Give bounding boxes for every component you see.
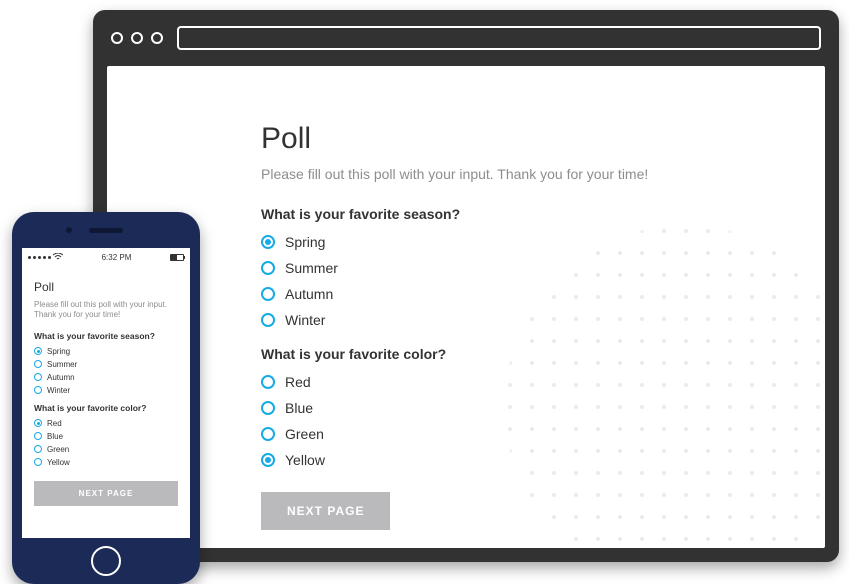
option-label: Autumn bbox=[47, 373, 75, 382]
window-control-dot-icon[interactable] bbox=[131, 32, 143, 44]
phone-screen: 6:32 PM Poll Please fill out this poll w… bbox=[22, 248, 190, 538]
phone-top bbox=[12, 212, 200, 248]
radio-option[interactable]: Spring bbox=[34, 347, 178, 356]
radio-icon bbox=[261, 313, 275, 327]
radio-icon bbox=[261, 375, 275, 389]
radio-icon bbox=[34, 458, 42, 466]
option-label: Yellow bbox=[285, 452, 325, 468]
status-time: 6:32 PM bbox=[102, 253, 132, 262]
option-label: Summer bbox=[47, 360, 77, 369]
radio-option[interactable]: Summer bbox=[261, 260, 825, 276]
phone-mockup: 6:32 PM Poll Please fill out this poll w… bbox=[12, 212, 200, 584]
radio-icon bbox=[34, 432, 42, 440]
signal-dot-icon bbox=[43, 256, 46, 259]
question-text: What is your favorite color? bbox=[34, 403, 178, 413]
radio-icon bbox=[34, 373, 42, 381]
option-label: Green bbox=[285, 426, 324, 442]
option-label: Red bbox=[285, 374, 311, 390]
speaker-icon bbox=[89, 228, 123, 233]
radio-icon bbox=[261, 235, 275, 249]
radio-icon bbox=[261, 427, 275, 441]
poll-form-mobile: Poll Please fill out this poll with your… bbox=[22, 266, 190, 518]
option-label: Green bbox=[47, 445, 69, 454]
next-page-button[interactable]: NEXT PAGE bbox=[34, 481, 178, 506]
radio-option[interactable]: Autumn bbox=[261, 286, 825, 302]
status-left bbox=[28, 253, 63, 261]
url-bar[interactable] bbox=[177, 26, 821, 50]
next-page-button[interactable]: NEXT PAGE bbox=[261, 492, 390, 530]
radio-option[interactable]: Autumn bbox=[34, 373, 178, 382]
radio-option[interactable]: Red bbox=[34, 419, 178, 428]
home-button[interactable] bbox=[91, 546, 121, 576]
poll-form: Poll Please fill out this poll with your… bbox=[261, 122, 825, 530]
option-label: Autumn bbox=[285, 286, 333, 302]
option-label: Blue bbox=[285, 400, 313, 416]
radio-icon bbox=[261, 287, 275, 301]
question-text: What is your favorite color? bbox=[261, 346, 825, 362]
page-subtitle: Please fill out this poll with your inpu… bbox=[261, 166, 825, 182]
radio-icon bbox=[261, 401, 275, 415]
page-title: Poll bbox=[34, 280, 178, 294]
radio-option[interactable]: Yellow bbox=[34, 458, 178, 467]
window-control-dot-icon[interactable] bbox=[151, 32, 163, 44]
radio-option[interactable]: Green bbox=[261, 426, 825, 442]
signal-dot-icon bbox=[48, 256, 51, 259]
option-label: Summer bbox=[285, 260, 338, 276]
option-label: Blue bbox=[47, 432, 63, 441]
signal-dot-icon bbox=[33, 256, 36, 259]
option-label: Yellow bbox=[47, 458, 70, 467]
radio-icon bbox=[34, 386, 42, 394]
radio-option[interactable]: Blue bbox=[34, 432, 178, 441]
radio-icon bbox=[34, 445, 42, 453]
browser-window: Poll Please fill out this poll with your… bbox=[93, 10, 839, 562]
radio-option[interactable]: Winter bbox=[34, 386, 178, 395]
radio-option[interactable]: Winter bbox=[261, 312, 825, 328]
question-text: What is your favorite season? bbox=[34, 331, 178, 341]
radio-option[interactable]: Yellow bbox=[261, 452, 825, 468]
question-text: What is your favorite season? bbox=[261, 206, 825, 222]
radio-option[interactable]: Red bbox=[261, 374, 825, 390]
page-subtitle: Please fill out this poll with your inpu… bbox=[34, 300, 178, 321]
signal-dot-icon bbox=[38, 256, 41, 259]
radio-icon bbox=[261, 261, 275, 275]
radio-option[interactable]: Green bbox=[34, 445, 178, 454]
camera-icon bbox=[66, 227, 72, 233]
wifi-icon bbox=[53, 253, 63, 261]
radio-icon bbox=[261, 453, 275, 467]
browser-viewport: Poll Please fill out this poll with your… bbox=[107, 66, 825, 548]
browser-titlebar bbox=[93, 10, 839, 66]
status-bar: 6:32 PM bbox=[22, 248, 190, 266]
option-label: Spring bbox=[285, 234, 325, 250]
radio-icon bbox=[34, 347, 42, 355]
battery-icon bbox=[170, 254, 184, 261]
window-control-dot-icon[interactable] bbox=[111, 32, 123, 44]
page-title: Poll bbox=[261, 122, 825, 156]
signal-dot-icon bbox=[28, 256, 31, 259]
radio-option[interactable]: Summer bbox=[34, 360, 178, 369]
radio-icon bbox=[34, 419, 42, 427]
status-right bbox=[170, 254, 184, 261]
radio-option[interactable]: Spring bbox=[261, 234, 825, 250]
option-label: Winter bbox=[285, 312, 325, 328]
window-controls bbox=[111, 32, 163, 44]
radio-icon bbox=[34, 360, 42, 368]
option-label: Spring bbox=[47, 347, 70, 356]
radio-option[interactable]: Blue bbox=[261, 400, 825, 416]
option-label: Winter bbox=[47, 386, 70, 395]
option-label: Red bbox=[47, 419, 62, 428]
